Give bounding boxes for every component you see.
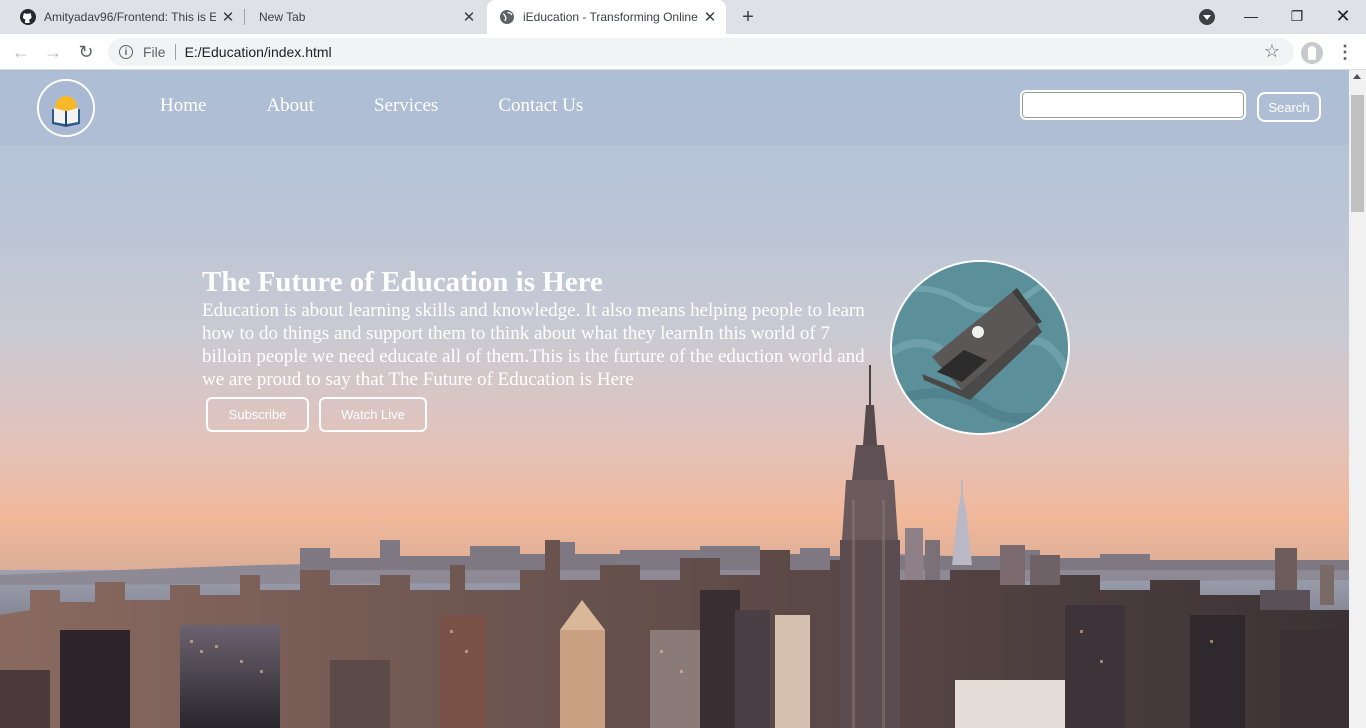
back-icon[interactable]: ← [9,40,33,64]
scroll-up-icon[interactable] [1353,74,1361,79]
info-icon[interactable]: i [119,45,133,59]
page-viewport: Home About Services Contact Us Search Th… [0,70,1349,728]
scrollbar-thumb[interactable] [1351,95,1364,212]
close-icon[interactable]: ✕ [698,8,722,26]
tab-title: iEducation - Transforming Online [523,10,698,24]
nav-link-services[interactable]: Services [374,95,438,117]
site-navbar: Home About Services Contact Us Search [0,70,1349,145]
tab-title: Amityadav96/Frontend: This is Ed [44,10,216,24]
tab-search-icon[interactable] [1199,9,1215,25]
hero-text: Education is about learning skills and k… [202,300,865,390]
github-icon [20,9,36,25]
bookmark-star-icon[interactable]: ☆ [1264,41,1280,62]
globe-icon [500,10,514,24]
profile-avatar-icon[interactable] [1301,42,1323,64]
nav-link-home[interactable]: Home [160,95,206,117]
hero-title: The Future of Education is Here [202,266,603,298]
city-skyline-image [0,365,1349,728]
main-nav: Home About Services Contact Us [160,95,643,117]
nav-link-contact-us[interactable]: Contact Us [498,95,583,117]
page-scrollbar[interactable] [1349,70,1366,728]
laptop-image [890,260,1070,435]
tab-github[interactable]: Amityadav96/Frontend: This is Ed ✕ [0,0,244,34]
tab-new-tab[interactable]: New Tab ✕ [245,0,485,34]
minimize-icon[interactable]: — [1228,0,1274,34]
reload-icon[interactable]: ↻ [74,40,98,64]
address-url[interactable]: E:/Education/index.html [185,44,332,60]
subscribe-button[interactable]: Subscribe [206,397,309,432]
address-divider [174,44,176,60]
search-button[interactable]: Search [1257,92,1321,122]
hero-buttons: Subscribe Watch Live [206,397,437,432]
close-icon[interactable]: ✕ [457,8,481,26]
browser-menu-icon[interactable]: ⋮ [1336,40,1354,64]
window-close-icon[interactable]: ✕ [1320,0,1366,34]
search-input[interactable] [1020,90,1246,120]
watch-live-button[interactable]: Watch Live [319,397,427,432]
nav-link-about[interactable]: About [266,95,314,117]
forward-icon[interactable]: → [41,40,65,64]
restore-icon[interactable]: ❐ [1274,0,1320,34]
address-bar[interactable]: i File E:/Education/index.html ☆ [108,38,1294,66]
close-icon[interactable]: ✕ [216,8,240,26]
tab-strip: Amityadav96/Frontend: This is Ed ✕ New T… [0,0,1366,34]
tab-title: New Tab [259,10,306,24]
new-tab-icon[interactable]: + [736,4,760,30]
address-scheme: File [143,44,166,60]
site-logo[interactable] [37,79,95,137]
book-logo-icon [39,81,93,135]
browser-toolbar: ← → ↻ i File E:/Education/index.html ☆ ⋮ [0,34,1366,70]
hero-section: The Future of Education is Here Educatio… [202,265,882,432]
tab-ieducation[interactable]: iEducation - Transforming Online ✕ [487,0,726,34]
